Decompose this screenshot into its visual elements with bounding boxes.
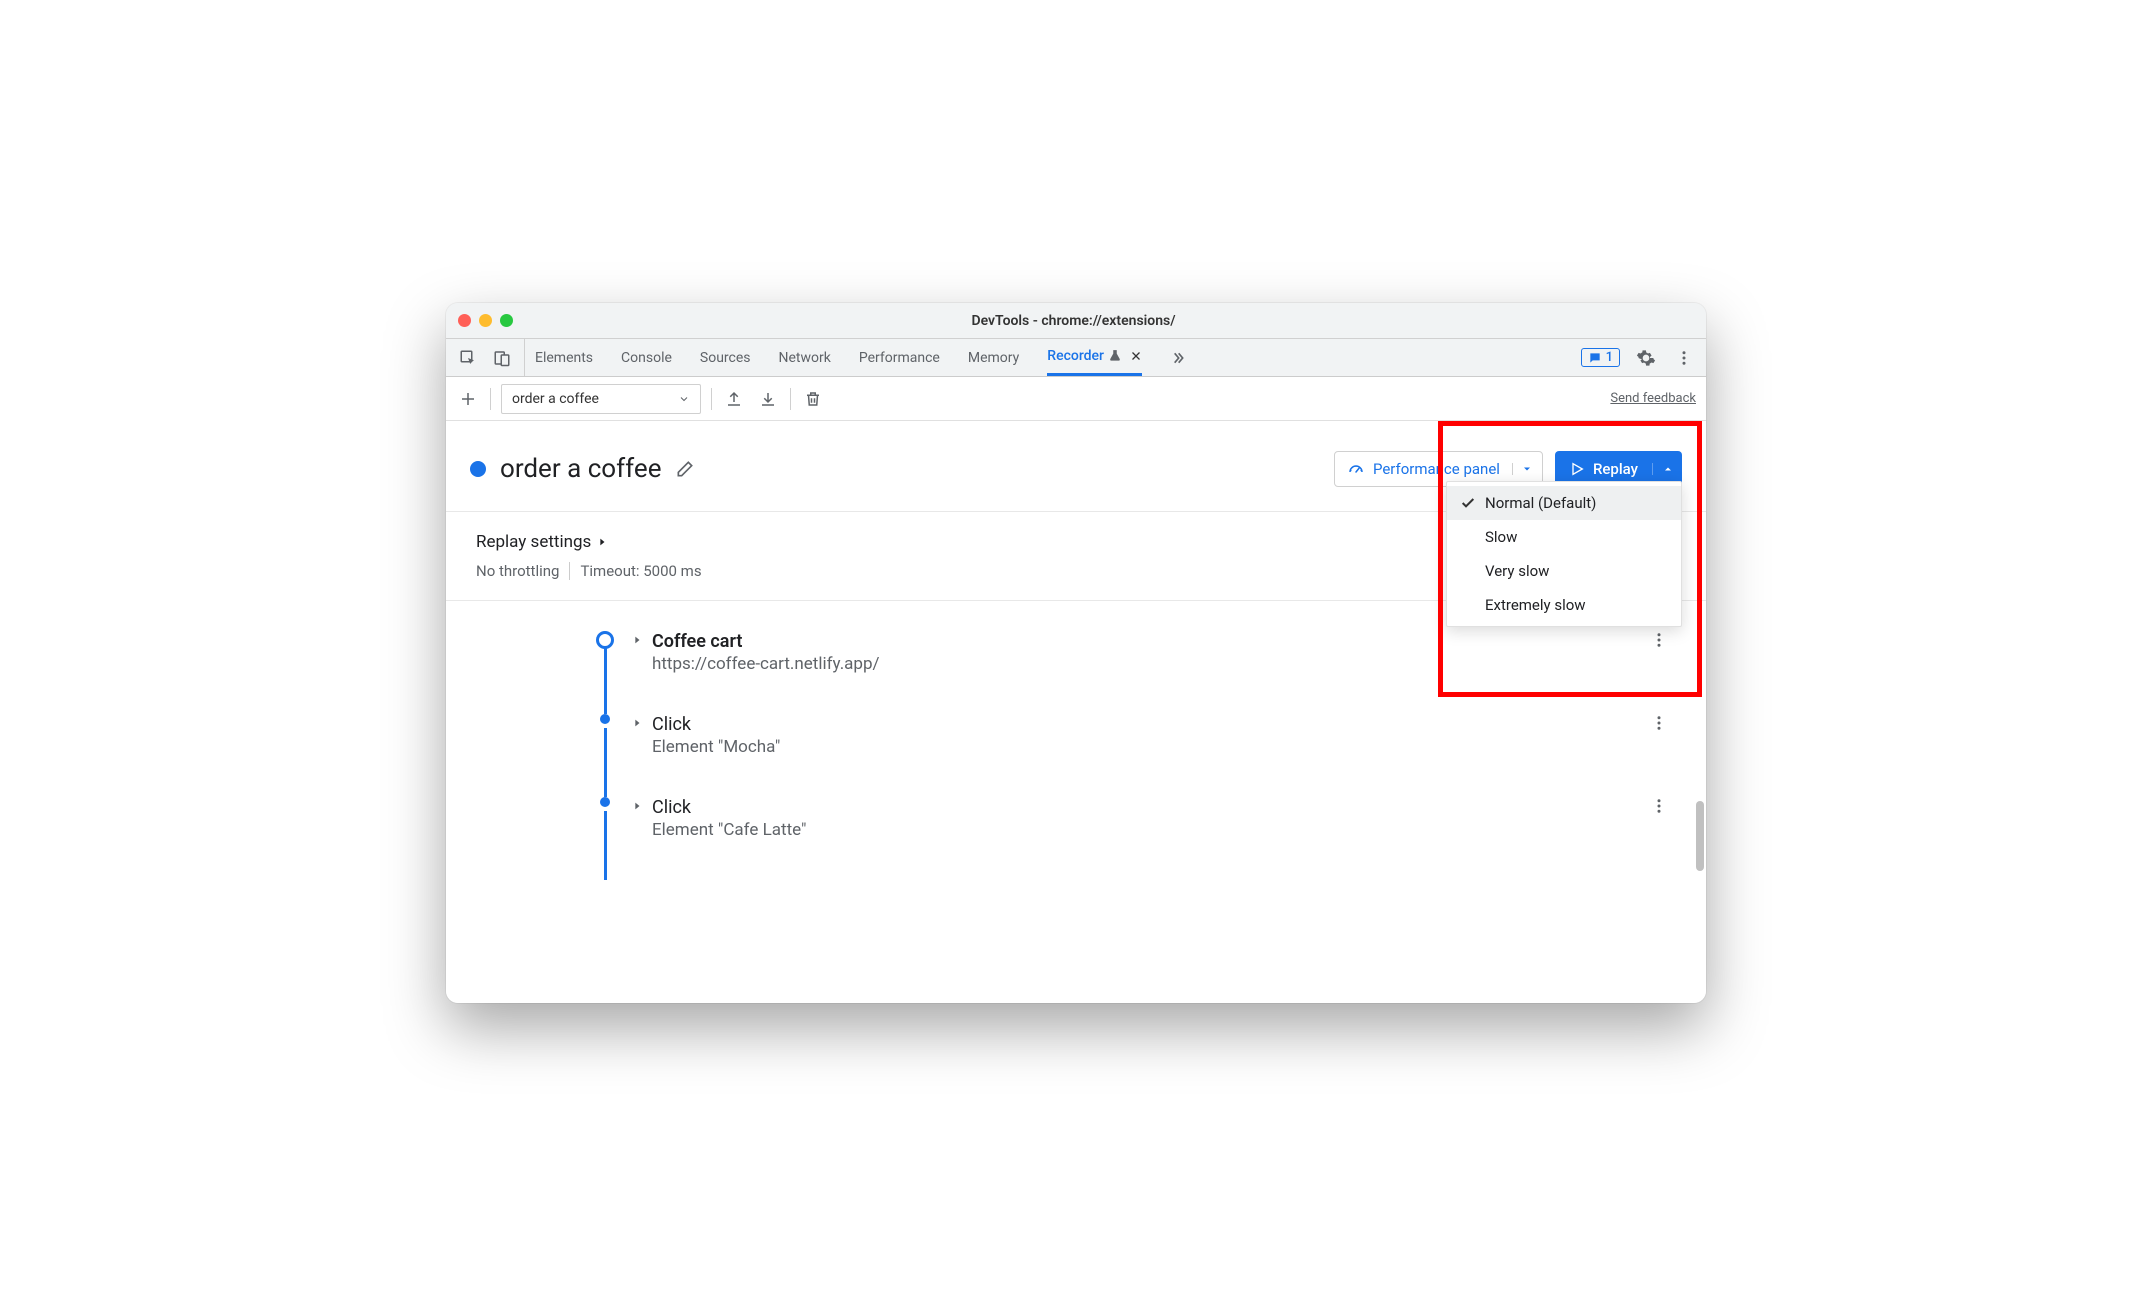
step-row: Click Element "Mocha" xyxy=(596,714,1676,797)
speed-option-slow[interactable]: Slow xyxy=(1447,520,1681,554)
tab-performance[interactable]: Performance xyxy=(859,339,940,376)
step-start-node-icon xyxy=(596,631,614,649)
step-row: Coffee cart https://coffee-cart.netlify.… xyxy=(596,631,1676,714)
speed-option-normal[interactable]: Normal (Default) xyxy=(1447,486,1681,520)
play-icon xyxy=(1569,461,1585,477)
scrollbar-thumb[interactable] xyxy=(1696,801,1704,871)
replay-settings-label: Replay settings xyxy=(476,532,591,552)
devtools-window: DevTools - chrome://extensions/ Elements… xyxy=(446,303,1706,1003)
recorder-content: order a coffee Performance panel xyxy=(446,421,1706,1003)
send-feedback-link[interactable]: Send feedback xyxy=(1610,391,1696,406)
step-subtitle: https://coffee-cart.netlify.app/ xyxy=(652,654,880,674)
timeout-value: Timeout: 5000 ms xyxy=(580,562,701,580)
traffic-lights xyxy=(458,314,513,327)
kebab-menu-icon[interactable] xyxy=(1672,346,1696,370)
edit-title-icon[interactable] xyxy=(675,459,695,479)
minimize-window-button[interactable] xyxy=(479,314,492,327)
recording-select-label: order a coffee xyxy=(512,391,670,407)
tab-memory[interactable]: Memory xyxy=(968,339,1019,376)
replay-label: Replay xyxy=(1593,460,1638,478)
flask-icon xyxy=(1108,349,1122,363)
step-subtitle: Element "Cafe Latte" xyxy=(652,820,806,840)
caret-right-icon xyxy=(597,536,607,548)
step-row: Click Element "Cafe Latte" xyxy=(596,797,1676,880)
close-tab-icon[interactable] xyxy=(1130,350,1142,362)
performance-panel-dropdown[interactable] xyxy=(1512,463,1542,475)
step-subtitle: Element "Mocha" xyxy=(652,737,780,757)
caret-up-icon xyxy=(1662,463,1674,475)
steps-list: Coffee cart https://coffee-cart.netlify.… xyxy=(446,601,1706,910)
export-icon[interactable] xyxy=(722,387,746,411)
inspect-element-icon[interactable] xyxy=(456,346,480,370)
step-expand-icon[interactable] xyxy=(632,716,642,730)
performance-panel-label: Performance panel xyxy=(1373,460,1500,478)
checkmark-icon xyxy=(1459,495,1477,511)
close-window-button[interactable] xyxy=(458,314,471,327)
status-dot-icon xyxy=(470,461,486,477)
step-expand-icon[interactable] xyxy=(632,799,642,813)
tab-console[interactable]: Console xyxy=(621,339,672,376)
chevron-down-icon xyxy=(678,393,690,405)
throttling-value: No throttling xyxy=(476,562,559,580)
caret-down-icon xyxy=(1521,463,1533,475)
device-toolbar-icon[interactable] xyxy=(490,346,514,370)
recorder-toolbar: order a coffee Send feedback xyxy=(446,377,1706,421)
step-node-icon xyxy=(600,714,610,724)
more-tabs-button[interactable] xyxy=(1170,339,1186,376)
speed-option-extremely-slow[interactable]: Extremely slow xyxy=(1447,588,1681,622)
speed-option-label: Normal (Default) xyxy=(1485,494,1596,512)
tab-recorder[interactable]: Recorder xyxy=(1047,339,1142,376)
issues-count: 1 xyxy=(1606,350,1613,365)
recording-title: order a coffee xyxy=(500,454,661,484)
replay-speed-dropdown[interactable] xyxy=(1652,463,1682,475)
tab-recorder-label: Recorder xyxy=(1047,348,1104,364)
tabs-list: Elements Console Sources Network Perform… xyxy=(525,339,1571,376)
gauge-icon xyxy=(1347,460,1365,478)
tab-network[interactable]: Network xyxy=(779,339,831,376)
settings-gear-icon[interactable] xyxy=(1634,346,1658,370)
recording-select[interactable]: order a coffee xyxy=(501,384,701,414)
step-expand-icon[interactable] xyxy=(632,633,642,647)
tab-elements[interactable]: Elements xyxy=(535,339,593,376)
recording-header: order a coffee Performance panel xyxy=(446,421,1706,512)
speed-option-very-slow[interactable]: Very slow xyxy=(1447,554,1681,588)
window-titlebar: DevTools - chrome://extensions/ xyxy=(446,303,1706,339)
step-title: Click xyxy=(652,714,780,735)
window-title: DevTools - chrome://extensions/ xyxy=(513,313,1634,329)
speed-option-label: Very slow xyxy=(1485,562,1549,580)
issues-badge[interactable]: 1 xyxy=(1581,348,1620,367)
maximize-window-button[interactable] xyxy=(500,314,513,327)
delete-icon[interactable] xyxy=(801,387,825,411)
import-icon[interactable] xyxy=(756,387,780,411)
tabs-bar: Elements Console Sources Network Perform… xyxy=(446,339,1706,377)
speed-option-label: Slow xyxy=(1485,528,1517,546)
step-kebab-menu[interactable] xyxy=(1650,631,1676,649)
step-node-icon xyxy=(600,797,610,807)
step-title: Click xyxy=(652,797,806,818)
step-kebab-menu[interactable] xyxy=(1650,714,1676,732)
step-kebab-menu[interactable] xyxy=(1650,797,1676,815)
new-recording-button[interactable] xyxy=(456,387,480,411)
replay-speed-menu: Normal (Default) Slow Very slow Extremel… xyxy=(1446,481,1682,627)
speed-option-label: Extremely slow xyxy=(1485,596,1586,614)
tab-sources[interactable]: Sources xyxy=(700,339,751,376)
step-title: Coffee cart xyxy=(652,631,880,652)
